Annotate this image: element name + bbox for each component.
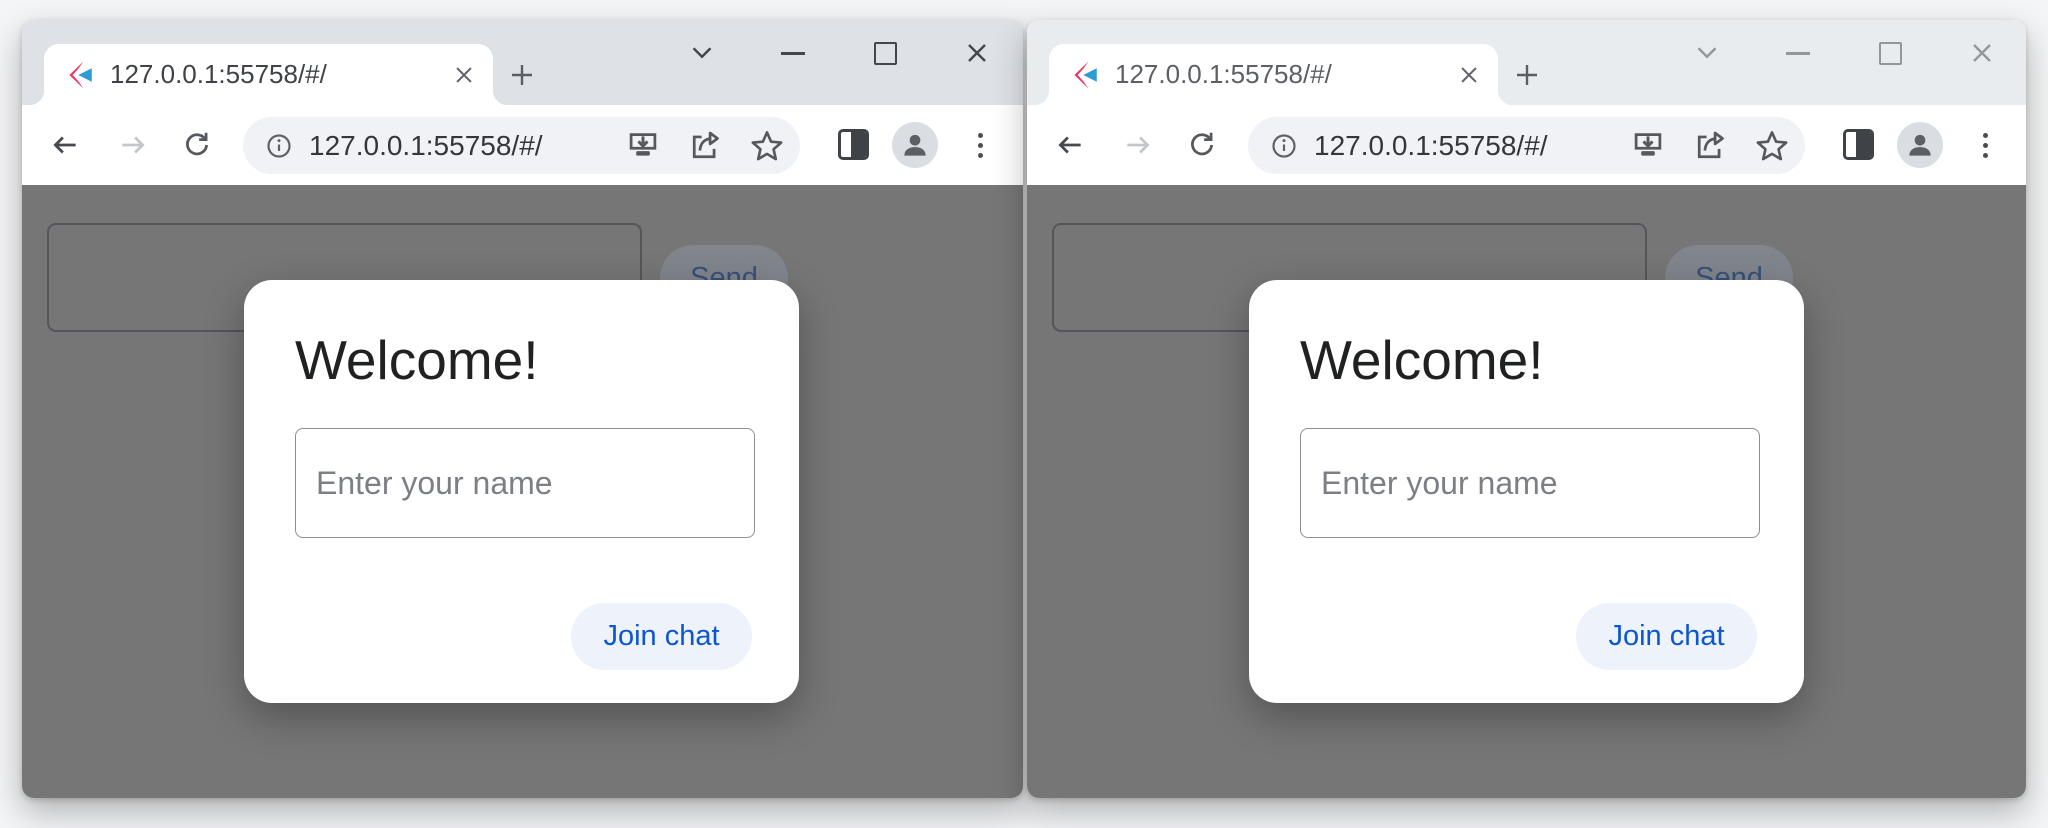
kebab-dot	[1983, 133, 1988, 138]
chevron-down-icon	[1691, 37, 1723, 69]
maximize-icon	[874, 42, 897, 65]
side-panel-button[interactable]	[1843, 129, 1874, 160]
page-content-dimmed: Send Welcome! Join chat	[1027, 185, 2026, 798]
person-icon	[1904, 129, 1936, 161]
new-tab-button[interactable]	[506, 59, 538, 91]
bookmark-star-icon[interactable]	[1755, 129, 1789, 163]
close-icon	[1456, 62, 1482, 88]
close-icon	[962, 38, 992, 68]
back-button[interactable]	[48, 128, 82, 162]
side-panel-icon	[1856, 132, 1871, 157]
address-bar[interactable]: 127.0.0.1:55758/#/	[1248, 117, 1805, 174]
favicon-icon	[66, 61, 94, 89]
person-icon	[899, 129, 931, 161]
chevron-down-icon	[686, 37, 718, 69]
bookmark-star-icon[interactable]	[750, 129, 784, 163]
close-icon	[1967, 38, 1997, 68]
side-panel-button[interactable]	[838, 129, 869, 160]
name-input[interactable]	[1300, 428, 1760, 538]
favicon-icon	[1071, 61, 1099, 89]
browser-toolbar: 127.0.0.1:55758/#/	[1027, 105, 2026, 185]
reload-icon	[181, 129, 213, 161]
browser-tab[interactable]: 127.0.0.1:55758/#/	[1049, 44, 1498, 105]
browser-menu-button[interactable]	[1975, 128, 1995, 162]
welcome-dialog: Welcome! Join chat	[244, 280, 799, 703]
tab-search-button[interactable]	[685, 36, 719, 70]
minimize-icon	[1786, 52, 1810, 55]
browser-window-left: 127.0.0.1:55758/#/	[22, 20, 1023, 798]
reload-icon	[1186, 129, 1218, 161]
name-input[interactable]	[295, 428, 755, 538]
dialog-title: Welcome!	[295, 328, 539, 392]
reload-button[interactable]	[1185, 128, 1219, 162]
forward-arrow-icon	[117, 129, 149, 161]
back-arrow-icon	[49, 129, 81, 161]
kebab-dot	[978, 153, 983, 158]
tab-title: 127.0.0.1:55758/#/	[1115, 59, 1454, 90]
maximize-button[interactable]	[868, 36, 902, 70]
tab-search-button[interactable]	[1690, 36, 1724, 70]
browser-menu-button[interactable]	[970, 128, 990, 162]
plus-icon	[1512, 60, 1542, 90]
join-chat-button[interactable]: Join chat	[571, 603, 752, 670]
minimize-icon	[781, 52, 805, 55]
browser-window-right: 127.0.0.1:55758/#/	[1027, 20, 2026, 798]
tab-close-button[interactable]	[449, 60, 479, 90]
window-close-button[interactable]	[960, 36, 994, 70]
minimize-button[interactable]	[776, 36, 810, 70]
browser-tab[interactable]: 127.0.0.1:55758/#/	[44, 44, 493, 105]
forward-arrow-icon	[1122, 129, 1154, 161]
kebab-dot	[1983, 143, 1988, 148]
tab-close-button[interactable]	[1454, 60, 1484, 90]
address-bar[interactable]: 127.0.0.1:55758/#/	[243, 117, 800, 174]
join-chat-button[interactable]: Join chat	[1576, 603, 1757, 670]
url-text[interactable]: 127.0.0.1:55758/#/	[309, 130, 626, 162]
minimize-button[interactable]	[1781, 36, 1815, 70]
back-button[interactable]	[1053, 128, 1087, 162]
kebab-dot	[1983, 153, 1988, 158]
screenshot-canvas: 127.0.0.1:55758/#/	[0, 0, 2048, 828]
window-close-button[interactable]	[1965, 36, 1999, 70]
kebab-dot	[978, 133, 983, 138]
share-icon[interactable]	[1693, 129, 1727, 163]
url-text[interactable]: 127.0.0.1:55758/#/	[1314, 130, 1631, 162]
profile-avatar-button[interactable]	[892, 122, 938, 168]
back-arrow-icon	[1054, 129, 1086, 161]
tab-strip: 127.0.0.1:55758/#/	[22, 20, 1023, 105]
site-info-icon[interactable]	[1270, 132, 1298, 160]
profile-avatar-button[interactable]	[1897, 122, 1943, 168]
forward-button[interactable]	[1121, 128, 1155, 162]
tab-strip: 127.0.0.1:55758/#/	[1027, 20, 2026, 105]
browser-toolbar: 127.0.0.1:55758/#/	[22, 105, 1023, 185]
site-info-icon[interactable]	[265, 132, 293, 160]
kebab-dot	[978, 143, 983, 148]
install-app-icon[interactable]	[1631, 129, 1665, 163]
close-icon	[451, 62, 477, 88]
page-content-dimmed: Send Welcome! Join chat	[22, 185, 1023, 798]
reload-button[interactable]	[180, 128, 214, 162]
tab-title: 127.0.0.1:55758/#/	[110, 59, 449, 90]
install-app-icon[interactable]	[626, 129, 660, 163]
new-tab-button[interactable]	[1511, 59, 1543, 91]
dialog-title: Welcome!	[1300, 328, 1544, 392]
forward-button[interactable]	[116, 128, 150, 162]
maximize-button[interactable]	[1873, 36, 1907, 70]
side-panel-icon	[851, 132, 866, 157]
maximize-icon	[1879, 42, 1902, 65]
share-icon[interactable]	[688, 129, 722, 163]
plus-icon	[507, 60, 537, 90]
welcome-dialog: Welcome! Join chat	[1249, 280, 1804, 703]
